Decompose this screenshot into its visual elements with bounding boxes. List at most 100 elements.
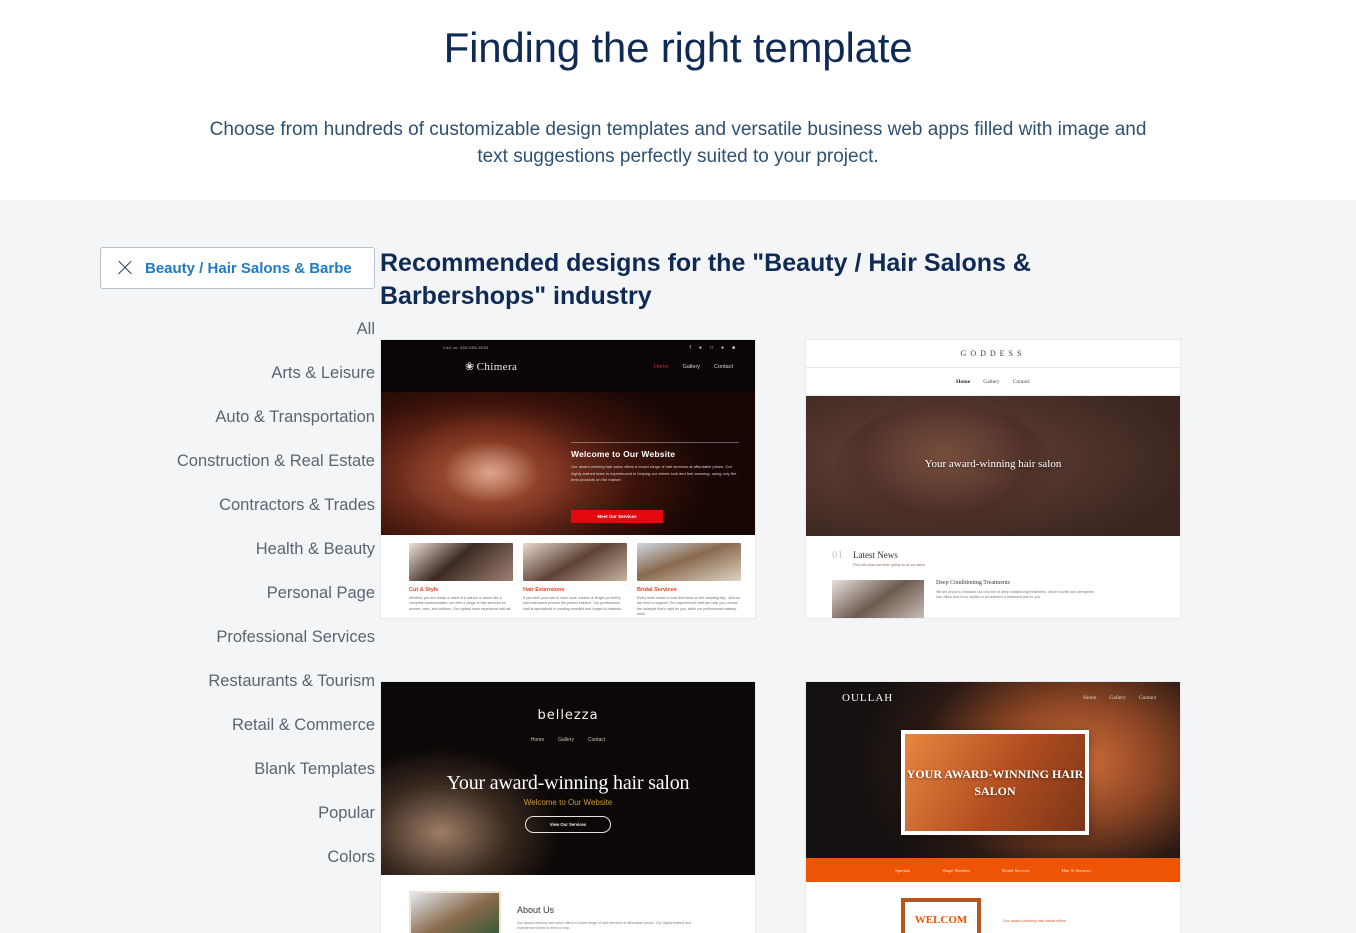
bellezza-cta-button: View Our Services bbox=[525, 816, 611, 833]
chimera-services: Cut & Style Whether you are ready or nee… bbox=[381, 535, 755, 618]
sidebar-item-restaurants-tourism[interactable]: Restaurants & Tourism bbox=[100, 659, 375, 703]
bellezza-hero-title: Your award-winning hair salon bbox=[446, 772, 690, 794]
service-thumb-image bbox=[523, 543, 627, 581]
chimera-callus: Call us: 555-555-5555 bbox=[443, 345, 489, 350]
oullah-service-bar: Specials Shape Wonders Bridal Services H… bbox=[806, 858, 1180, 882]
sidebar-item-arts-leisure[interactable]: Arts & Leisure bbox=[100, 351, 375, 395]
template-card-chimera[interactable]: Call us: 555-555-5555 f ● □ ● ■ ❀ Chimera… bbox=[380, 339, 756, 619]
goddess-topbar: GODDESS bbox=[806, 340, 1180, 368]
sidebar-item-construction-real-estate[interactable]: Construction & Real Estate bbox=[100, 439, 375, 483]
chimera-topbar: Call us: 555-555-5555 f ● □ ● ■ ❀ Chimera… bbox=[381, 340, 755, 392]
oullah-nav-gallery: Gallery bbox=[1109, 695, 1126, 701]
sidebar-item-professional-services[interactable]: Professional Services bbox=[100, 615, 375, 659]
goddess-logo: GODDESS bbox=[960, 349, 1026, 358]
facebook-icon: f bbox=[689, 345, 691, 351]
oullah-bar-item-hair-services: Hair & Services bbox=[1061, 867, 1091, 873]
content-area: Beauty / Hair Salons & Barbe All Arts & … bbox=[0, 200, 1356, 933]
chimera-nav-contact: Contact bbox=[714, 364, 733, 370]
sidebar-item-health-beauty[interactable]: Health & Beauty bbox=[100, 527, 375, 571]
chimera-nav: Home Gallery Contact bbox=[654, 364, 733, 370]
chimera-hero-text: Our award-winning hair salon offers a br… bbox=[571, 464, 737, 482]
service-thumb-image bbox=[409, 543, 513, 581]
service-text: If you wish your hair to have more volum… bbox=[523, 596, 623, 611]
youtube-icon: ■ bbox=[731, 345, 735, 351]
sidebar-item-colors[interactable]: Colors bbox=[100, 835, 375, 879]
chimera-hero-title: Welcome to Our Website bbox=[571, 442, 739, 459]
service-title: Cut & Style bbox=[409, 587, 439, 593]
bellezza-about-image bbox=[409, 891, 501, 933]
close-icon[interactable] bbox=[115, 258, 135, 278]
page-header: Finding the right template Choose from h… bbox=[0, 0, 1356, 200]
service-text: Every bride wants to look their best on … bbox=[637, 596, 741, 617]
social-icons: f ● □ ● ■ bbox=[689, 345, 735, 351]
active-filter-chip[interactable]: Beauty / Hair Salons & Barbe bbox=[100, 247, 375, 289]
sidebar-item-personal-page[interactable]: Personal Page bbox=[100, 571, 375, 615]
recommended-heading: Recommended designs for the "Beauty / Ha… bbox=[380, 249, 1031, 310]
goddess-nav-contact: Contact bbox=[1012, 378, 1030, 385]
oullah-nav-home: Home bbox=[1082, 695, 1097, 701]
goddess-nav: Home Gallery Contact bbox=[806, 368, 1180, 396]
oullah-bar-item-shape-wonders: Shape Wonders bbox=[942, 867, 971, 873]
chimera-nav-gallery: Gallery bbox=[682, 364, 701, 370]
goddess-news: 01 Latest News Find out what has been go… bbox=[806, 536, 1180, 618]
category-list: All Arts & Leisure Auto & Transportation… bbox=[100, 307, 380, 879]
goddess-article-text: We are proud to introduce our new line o… bbox=[936, 590, 1094, 600]
oullah-bar-item-bridal-services: Bridal Services bbox=[1002, 867, 1030, 873]
goddess-article-title: Deep Conditioning Treatments bbox=[936, 580, 1010, 586]
oullah-hero-title: YOUR AWARD-WINNING HAIR SALON bbox=[906, 766, 1084, 798]
chimera-service-bridal-services: Bridal Services Every bride wants to loo… bbox=[637, 543, 741, 618]
sidebar-item-blank-templates[interactable]: Blank Templates bbox=[100, 747, 375, 791]
oullah-welcome: WELCOM Our award-winning hair salon offe… bbox=[806, 882, 1180, 933]
oullah-welcome-title: WELCOM bbox=[914, 914, 968, 926]
template-grid: Call us: 555-555-5555 f ● □ ● ■ ❀ Chimera… bbox=[380, 339, 1236, 933]
goddess-news-subtitle: Find out what has been going on at our s… bbox=[853, 563, 925, 567]
sidebar: Beauty / Hair Salons & Barbe All Arts & … bbox=[0, 247, 380, 933]
template-card-oullah[interactable]: OULLAH Home Gallery Contact YOUR AWARD-W… bbox=[805, 681, 1181, 933]
chimera-nav-home: Home bbox=[653, 364, 669, 370]
chimera-logo-mark: ❀ bbox=[465, 361, 475, 373]
page-subtitle: Choose from hundreds of customizable des… bbox=[209, 119, 1147, 167]
bellezza-about: About Us Our award-winning hair salon of… bbox=[381, 875, 755, 933]
goddess-nav-gallery: Gallery bbox=[983, 378, 1000, 385]
page-title: Finding the right template bbox=[443, 24, 913, 71]
sidebar-item-all[interactable]: All bbox=[100, 307, 375, 351]
template-card-bellezza[interactable]: bellezza Home Gallery Contact Your award… bbox=[380, 681, 756, 933]
chimera-logo: ❀ Chimera bbox=[465, 360, 517, 373]
instagram-icon: □ bbox=[709, 345, 713, 351]
pinterest-icon: ● bbox=[720, 345, 724, 351]
oullah-hero: OULLAH Home Gallery Contact YOUR AWARD-W… bbox=[806, 682, 1180, 858]
service-title: Hair Extensions bbox=[523, 587, 565, 593]
goddess-nav-home: Home bbox=[956, 378, 971, 385]
goddess-news-number: 01 bbox=[832, 549, 843, 561]
goddess-article-image bbox=[832, 580, 924, 618]
sidebar-item-auto-transportation[interactable]: Auto & Transportation bbox=[100, 395, 375, 439]
oullah-nav: Home Gallery Contact bbox=[1083, 695, 1156, 701]
oullah-nav-contact: Contact bbox=[1138, 695, 1156, 701]
sidebar-item-retail-commerce[interactable]: Retail & Commerce bbox=[100, 703, 375, 747]
goddess-news-title: Latest News bbox=[853, 550, 898, 560]
service-text: Whether you are ready or need of a hairc… bbox=[409, 596, 512, 611]
goddess-hero: Your award-winning hair salon bbox=[806, 396, 1180, 536]
sidebar-item-popular[interactable]: Popular bbox=[100, 791, 375, 835]
bellezza-logo: bellezza bbox=[537, 708, 599, 723]
main-panel: Recommended designs for the "Beauty / Ha… bbox=[380, 247, 1356, 933]
template-card-goddess[interactable]: GODDESS Home Gallery Contact Your award-… bbox=[805, 339, 1181, 619]
oullah-welcome-text: Our award-winning hair salon offers bbox=[1003, 918, 1067, 923]
bellezza-nav-gallery: Gallery bbox=[558, 737, 574, 743]
bellezza-hero: bellezza Home Gallery Contact Your award… bbox=[381, 682, 755, 875]
bellezza-nav-contact: Contact bbox=[587, 737, 606, 743]
chimera-service-hair-extensions: Hair Extensions If you wish your hair to… bbox=[523, 543, 627, 618]
oullah-bar-item-specials: Specials bbox=[895, 867, 911, 873]
chimera-hero: Welcome to Our Website Our award-winning… bbox=[381, 392, 755, 535]
goddess-hero-title: Your award-winning hair salon bbox=[924, 458, 1062, 470]
twitter-icon: ● bbox=[698, 345, 702, 351]
bellezza-nav: Home Gallery Contact bbox=[381, 737, 755, 743]
service-thumb-image bbox=[637, 543, 741, 581]
service-title: Bridal Services bbox=[637, 587, 677, 593]
bellezza-hero-subtitle: Welcome to Our Website bbox=[523, 798, 613, 807]
oullah-logo: OULLAH bbox=[842, 692, 894, 704]
chimera-cta-button: Meet Our Services bbox=[571, 510, 663, 523]
sidebar-item-contractors-trades[interactable]: Contractors & Trades bbox=[100, 483, 375, 527]
oullah-hero-frame: YOUR AWARD-WINNING HAIR SALON bbox=[901, 730, 1089, 835]
active-filter-label: Beauty / Hair Salons & Barbe bbox=[145, 259, 352, 277]
